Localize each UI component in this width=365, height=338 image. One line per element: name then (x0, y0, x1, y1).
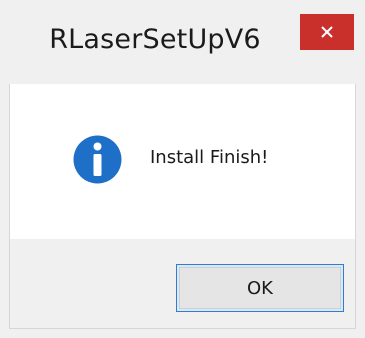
ok-button[interactable]: OK (176, 264, 344, 312)
info-icon (72, 134, 123, 185)
close-button[interactable] (300, 14, 354, 50)
message-text: Install Finish! (150, 147, 269, 168)
message-dialog: RLaserSetUpV6 Install Finish! OK (0, 0, 365, 338)
window-title: RLaserSetUpV6 (49, 24, 261, 55)
message-area: Install Finish! (10, 84, 355, 239)
dialog-body: Install Finish! OK (9, 84, 356, 329)
ok-button-label: OK (247, 277, 273, 299)
close-icon (320, 25, 334, 39)
title-bar[interactable]: RLaserSetUpV6 (0, 0, 365, 84)
